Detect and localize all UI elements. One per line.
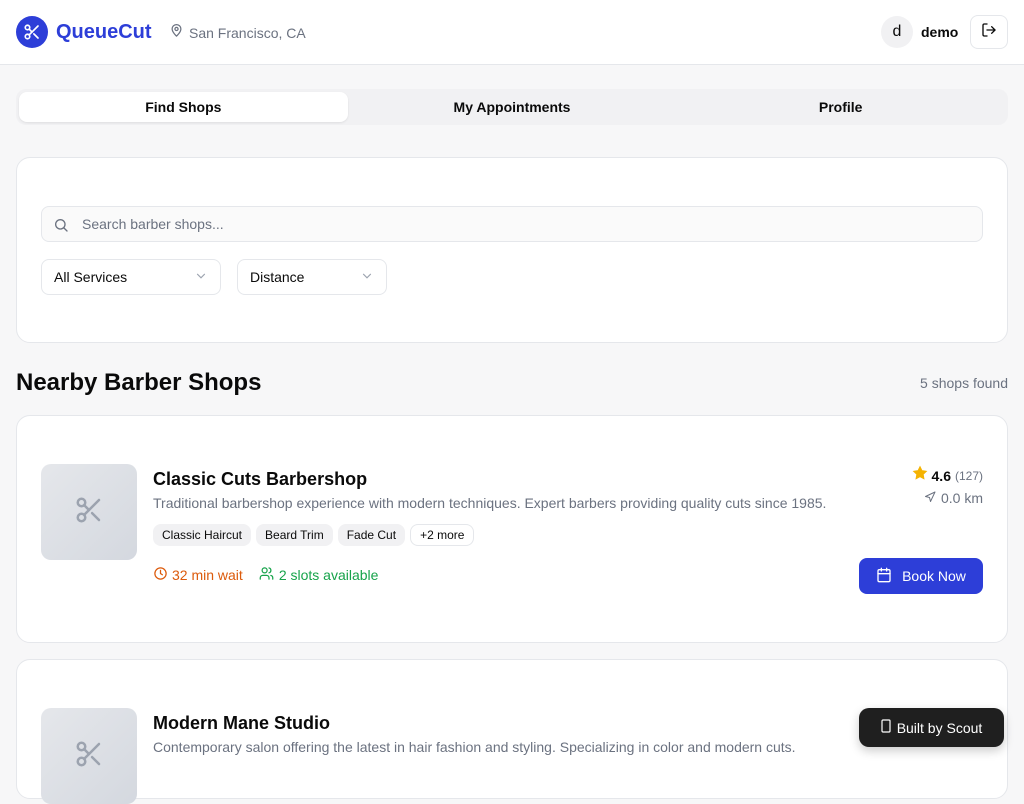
service-tag: Classic Haircut: [153, 524, 252, 546]
navigation-icon: [924, 490, 936, 506]
shop-rating: 4.6 (127): [912, 465, 983, 486]
star-icon: [912, 465, 928, 486]
wait-time-label: 32 min wait: [172, 567, 243, 583]
scissors-icon: [74, 495, 104, 530]
username: demo: [921, 24, 959, 40]
shop-count: 5 shops found: [920, 375, 1008, 391]
chevron-down-icon: [360, 269, 374, 286]
tab-my-appointments[interactable]: My Appointments: [348, 92, 677, 122]
tab-find-shops[interactable]: Find Shops: [19, 92, 348, 122]
wait-time: 32 min wait: [153, 566, 243, 584]
badge-label: Built by Scout: [896, 719, 983, 736]
section-title: Nearby Barber Shops: [16, 369, 262, 396]
shop-meta: 32 min wait 2 slots available: [153, 566, 378, 584]
slots-label: 2 slots available: [278, 567, 379, 583]
book-now-button[interactable]: Book Now: [859, 558, 983, 594]
shop-name[interactable]: Classic Cuts Barbershop: [153, 468, 367, 490]
search-box: [41, 206, 983, 242]
services-select-value: All Services: [54, 269, 128, 285]
logout-button[interactable]: [970, 15, 1008, 49]
shop-distance: 0.0 km: [924, 490, 983, 506]
top-bar: QueueCut San Francisco, CA d demo: [0, 0, 1024, 65]
main-tabs: Find Shops My Appointments Profile: [16, 89, 1008, 125]
location-display[interactable]: San Francisco, CA: [169, 23, 306, 42]
sort-select-value: Distance: [250, 269, 305, 285]
scissors-icon: [74, 739, 104, 774]
tab-profile[interactable]: Profile: [676, 92, 1005, 122]
calendar-icon: [876, 567, 892, 586]
scout-icon: [881, 719, 891, 736]
service-tags: Classic Haircut Beard Trim Fade Cut +2 m…: [153, 524, 475, 546]
shop-description: Contemporary salon offering the latest i…: [153, 739, 796, 755]
map-pin-icon: [169, 23, 184, 42]
service-tag: Fade Cut: [337, 524, 406, 546]
services-select[interactable]: All Services: [41, 259, 221, 295]
shop-card[interactable]: Classic Cuts Barbershop Traditional barb…: [16, 415, 1008, 643]
location-label: San Francisco, CA: [189, 24, 306, 41]
scissors-logo-icon[interactable]: [16, 16, 48, 48]
built-by-scout-badge[interactable]: Built by Scout: [859, 708, 1004, 747]
avatar[interactable]: d: [881, 16, 913, 48]
logout-icon: [981, 22, 997, 43]
distance-label: 0.0 km: [940, 490, 983, 506]
search-input[interactable]: [82, 207, 972, 241]
more-services-tag: +2 more: [410, 524, 475, 546]
sort-select[interactable]: Distance: [237, 259, 387, 295]
users-icon: [259, 566, 274, 584]
shop-thumbnail: [41, 464, 137, 560]
rating-score: 4.6: [931, 467, 951, 484]
shop-thumbnail: [41, 708, 137, 804]
slots-available: 2 slots available: [259, 566, 379, 584]
book-now-label: Book Now: [902, 568, 966, 584]
brand-name[interactable]: QueueCut: [56, 20, 152, 44]
clock-icon: [153, 566, 168, 584]
review-count: (127): [954, 468, 983, 483]
shop-name[interactable]: Modern Mane Studio: [153, 712, 330, 734]
service-tag: Beard Trim: [256, 524, 333, 546]
filter-card: All Services Distance: [16, 157, 1008, 343]
chevron-down-icon: [194, 269, 208, 286]
search-icon: [53, 217, 69, 238]
shop-description: Traditional barbershop experience with m…: [153, 495, 827, 511]
